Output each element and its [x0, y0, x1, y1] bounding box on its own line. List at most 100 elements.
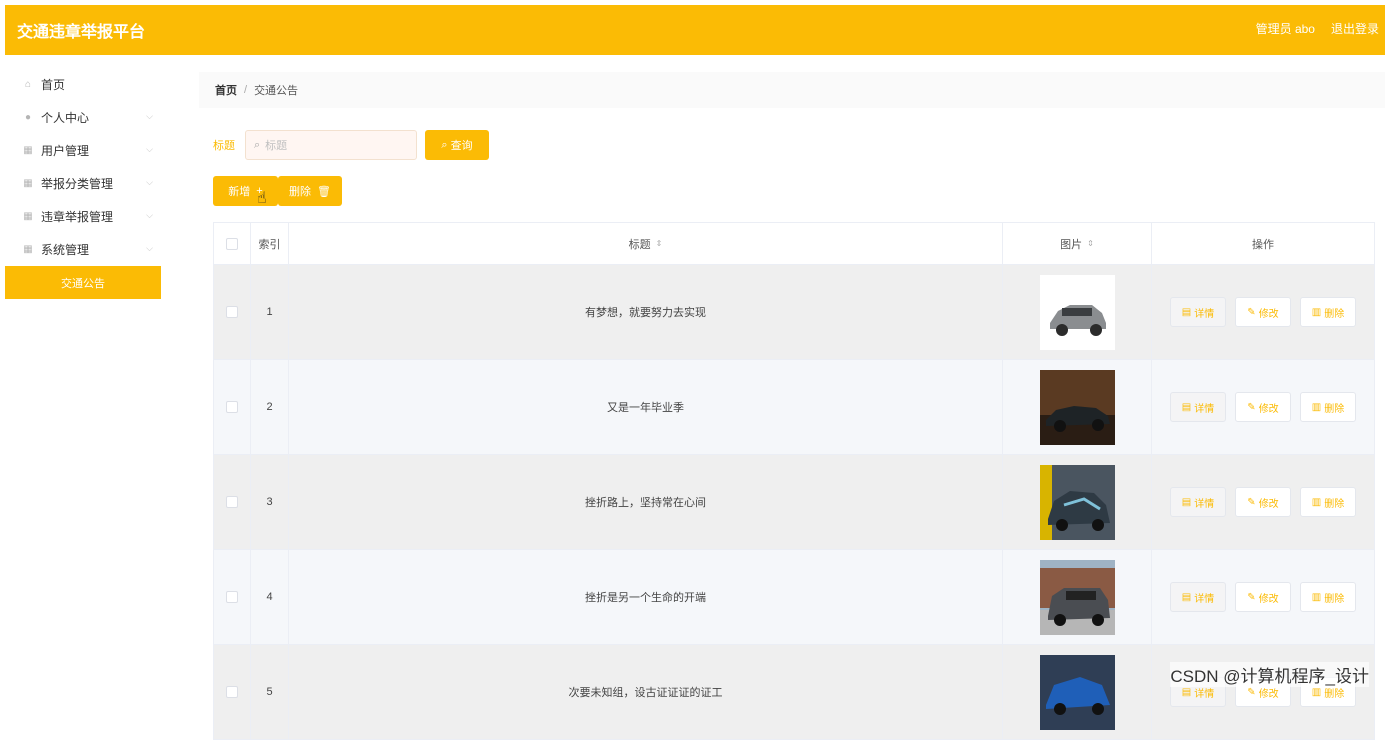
current-user[interactable]: 管理员 abo	[1256, 20, 1315, 37]
table-header: 索引 标题 ⇕ 图片 ⇕ 操作	[214, 223, 1374, 265]
delete-label: 删除	[1324, 495, 1344, 510]
edit-label: 修改	[1259, 305, 1279, 320]
batch-delete-button[interactable]: 删除 🗑	[278, 176, 342, 206]
edit-label: 修改	[1259, 495, 1279, 510]
breadcrumb-separator: /	[244, 84, 247, 96]
table-row: 1 有梦想，就要努力去实现 ▤详情 ✎修改 ▥删除	[214, 265, 1374, 360]
detail-label: 详情	[1194, 400, 1214, 415]
chevron-down-icon: ⌵	[146, 210, 153, 221]
row-index: 3	[251, 455, 289, 549]
sidebar-item-system[interactable]: ▦ 系统管理 ⌵	[5, 233, 161, 266]
row-checkbox[interactable]	[226, 591, 238, 603]
select-all-checkbox[interactable]	[226, 238, 238, 250]
row-title: 挫折路上，坚持常在心间	[289, 455, 1003, 549]
sidebar-item-label: 首页	[41, 76, 65, 93]
car-thumbnail-image	[1040, 275, 1115, 350]
trash-icon: ▥	[1312, 307, 1321, 318]
delete-button[interactable]: ▥删除	[1300, 297, 1356, 327]
pencil-icon: ✎	[1247, 687, 1255, 698]
table-row: 5 次要未知组，设古证证证的证工 ▤详情 ✎修改 ▥删除	[214, 645, 1374, 740]
user-icon: ●	[21, 112, 35, 123]
sidebar-item-home[interactable]: ⌂ 首页	[5, 68, 161, 101]
trash-icon: ▥	[1312, 402, 1321, 413]
grid-icon: ▦	[21, 145, 35, 156]
sidebar-item-label: 系统管理	[41, 241, 89, 258]
add-button-label: 新增	[228, 183, 250, 199]
sort-icon[interactable]: ⇕	[1087, 239, 1094, 248]
search-input[interactable]: ⌕ 标题	[245, 130, 417, 160]
breadcrumb-home[interactable]: 首页	[215, 82, 237, 98]
document-icon: ▤	[1182, 592, 1191, 603]
sidebar-subitem-traffic-notice[interactable]: 交通公告	[5, 266, 161, 299]
sidebar: ⌂ 首页 ● 个人中心 ⌵ ▦ 用户管理 ⌵ ▦ 举报分类管理 ⌵ ▦ 违章举报…	[5, 68, 161, 299]
breadcrumb-current: 交通公告	[254, 82, 298, 98]
detail-button[interactable]: ▤详情	[1170, 582, 1226, 612]
hand-cursor-icon: ☝	[257, 188, 267, 208]
pencil-icon: ✎	[1247, 497, 1255, 508]
row-title: 挫折是另一个生命的开端	[289, 550, 1003, 644]
row-title: 又是一年毕业季	[289, 360, 1003, 454]
sidebar-item-label: 个人中心	[41, 109, 89, 126]
watermark-text: CSDN @计算机程序_设计	[1170, 662, 1369, 687]
document-icon: ▤	[1182, 687, 1191, 698]
chevron-down-icon: ⌵	[146, 177, 153, 188]
chevron-down-icon: ⌵	[146, 111, 153, 122]
home-icon: ⌂	[21, 79, 35, 90]
row-checkbox[interactable]	[226, 686, 238, 698]
header-image-label: 图片	[1060, 236, 1082, 252]
delete-label: 删除	[1324, 590, 1344, 605]
document-icon: ▤	[1182, 402, 1191, 413]
row-checkbox[interactable]	[226, 401, 238, 413]
delete-label: 删除	[1324, 305, 1344, 320]
query-button-label: 查询	[451, 137, 473, 153]
trash-icon: ▥	[1312, 592, 1321, 603]
row-index: 2	[251, 360, 289, 454]
header-image[interactable]: 图片 ⇕	[1003, 223, 1152, 264]
sidebar-item-users[interactable]: ▦ 用户管理 ⌵	[5, 134, 161, 167]
sidebar-item-label: 违章举报管理	[41, 208, 113, 225]
breadcrumb: 首页 / 交通公告	[199, 72, 1385, 108]
sidebar-item-report-category[interactable]: ▦ 举报分类管理 ⌵	[5, 167, 161, 200]
edit-button[interactable]: ✎修改	[1235, 582, 1291, 612]
car-thumbnail-image	[1040, 370, 1115, 445]
chevron-down-icon: ⌵	[146, 144, 153, 155]
edit-label: 修改	[1259, 590, 1279, 605]
sidebar-item-personal[interactable]: ● 个人中心 ⌵	[5, 101, 161, 134]
car-thumbnail-image	[1040, 465, 1115, 540]
delete-button[interactable]: ▥删除	[1300, 582, 1356, 612]
detail-button[interactable]: ▤详情	[1170, 487, 1226, 517]
trash-icon: 🗑	[317, 185, 331, 198]
edit-button[interactable]: ✎修改	[1235, 297, 1291, 327]
grid-icon: ▦	[21, 244, 35, 255]
pencil-icon: ✎	[1247, 402, 1255, 413]
header-title[interactable]: 标题 ⇕	[289, 223, 1003, 264]
edit-button[interactable]: ✎ 修改	[1235, 487, 1291, 517]
detail-label: 详情	[1194, 305, 1214, 320]
header-ops: 操作	[1152, 223, 1374, 264]
add-button[interactable]: 新增 +	[213, 176, 278, 206]
edit-button[interactable]: ✎ 修改	[1235, 392, 1291, 422]
delete-button[interactable]: ▥删除	[1300, 392, 1356, 422]
detail-button[interactable]: ▤详情	[1170, 297, 1226, 327]
logout-link[interactable]: 退出登录	[1331, 20, 1379, 37]
document-icon: ▤	[1182, 307, 1191, 318]
row-checkbox[interactable]	[226, 496, 238, 508]
delete-button[interactable]: ▥删除	[1300, 487, 1356, 517]
action-bar: 新增 + 删除 🗑	[213, 176, 342, 206]
app-title: 交通违章举报平台	[17, 18, 145, 42]
row-checkbox[interactable]	[226, 306, 238, 318]
table-row: 3 挫折路上，坚持常在心间 ▤详情 ✎ 修改 ▥删除	[214, 455, 1374, 550]
query-button[interactable]: ⌕ 查询	[425, 130, 489, 160]
sidebar-item-violation-report[interactable]: ▦ 违章举报管理 ⌵	[5, 200, 161, 233]
edit-label: 修改	[1259, 400, 1279, 415]
grid-icon: ▦	[21, 211, 35, 222]
search-bar: 标题 ⌕ 标题 ⌕ 查询	[213, 130, 489, 160]
row-index: 1	[251, 265, 289, 359]
car-thumbnail-image	[1040, 560, 1115, 635]
detail-button[interactable]: ▤详情	[1170, 392, 1226, 422]
car-thumbnail-image	[1040, 655, 1115, 730]
sidebar-item-label: 用户管理	[41, 142, 89, 159]
row-index: 5	[251, 645, 289, 739]
trash-icon: ▥	[1312, 687, 1321, 698]
sort-icon[interactable]: ⇕	[656, 239, 663, 248]
